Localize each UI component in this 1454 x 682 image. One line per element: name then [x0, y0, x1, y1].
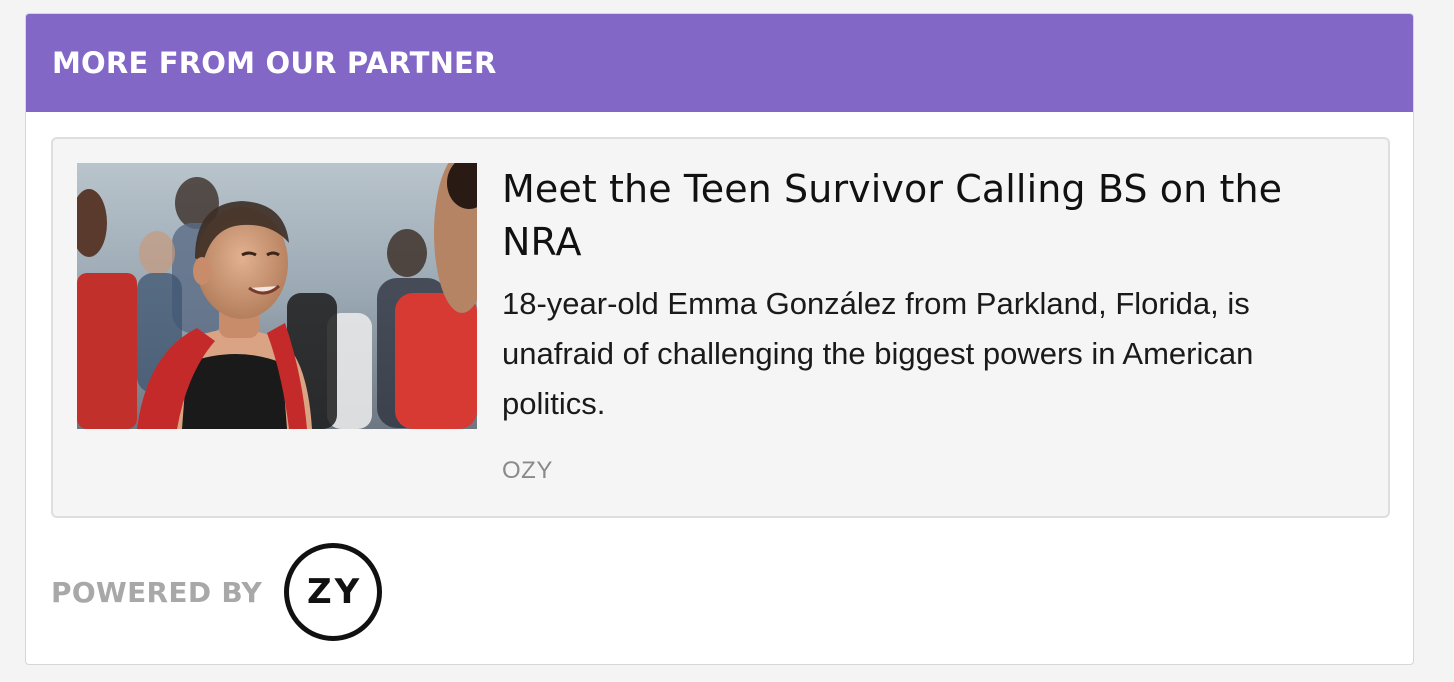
- powered-by-label: POWERED BY: [51, 575, 263, 609]
- ozy-logo[interactable]: ZY: [284, 543, 383, 641]
- article-thumbnail[interactable]: [77, 163, 477, 429]
- article-card[interactable]: Meet the Teen Survivor Calling BS on the…: [51, 137, 1390, 518]
- article-photo: [77, 163, 477, 429]
- ozy-logo-text: ZY: [306, 572, 363, 612]
- partner-widget: MORE FROM OUR PARTNER Meet the Teen Surv…: [25, 13, 1414, 665]
- article-description: 18-year-old Emma González from Parkland,…: [502, 286, 1254, 421]
- powered-by: POWERED BY ZY: [51, 542, 383, 642]
- article-title[interactable]: Meet the Teen Survivor Calling BS on the…: [502, 163, 1362, 269]
- widget-header-title: MORE FROM OUR PARTNER: [52, 46, 497, 80]
- article-source: OZY: [502, 457, 553, 484]
- widget-header: MORE FROM OUR PARTNER: [26, 14, 1413, 112]
